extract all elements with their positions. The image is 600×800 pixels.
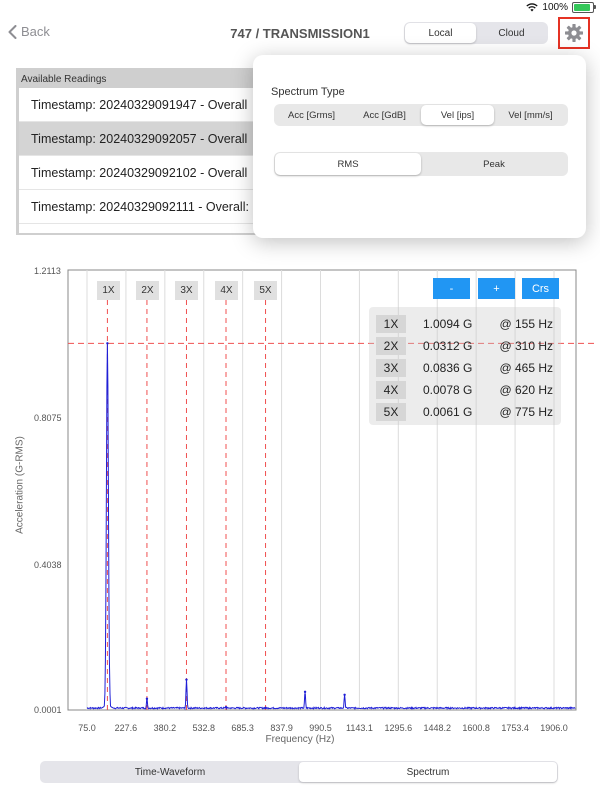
measure-option-peak[interactable]: Peak <box>421 153 567 175</box>
harmonic-order: 4X <box>376 381 406 399</box>
spectrum-peak-point <box>145 697 149 700</box>
y-tick-label: 1.2113 <box>34 266 61 276</box>
harmonic-frequency: @ 155 Hz <box>499 317 553 331</box>
harmonic-frequency: @ 620 Hz <box>499 383 553 397</box>
harmonic-row: 5X 0.0061 G @ 775 Hz <box>369 401 561 423</box>
x-tick-label: 1448.2 <box>423 723 451 733</box>
view-segmented-control: Time-Waveform Spectrum <box>40 761 558 783</box>
harmonic-amplitude: 0.0836 G <box>423 361 473 375</box>
harmonic-order: 3X <box>376 359 406 377</box>
harmonic-amplitude: 0.0078 G <box>423 383 473 397</box>
cursor-button[interactable]: Crs <box>522 278 559 299</box>
harmonic-row: 4X 0.0078 G @ 620 Hz <box>369 379 561 401</box>
x-tick-label: 532.8 <box>192 723 216 733</box>
harmonic-marker-label: 1X <box>97 281 120 300</box>
harmonic-row: 1X 1.0094 G @ 155 Hz <box>369 313 561 335</box>
harmonic-frequency: @ 775 Hz <box>499 405 553 419</box>
harmonic-marker-label: 3X <box>175 281 198 300</box>
x-tick-label: 227.6 <box>114 723 138 733</box>
harmonic-marker-label: 5X <box>254 281 277 300</box>
spectrum-option-vel-ips[interactable]: Vel [ips] <box>421 105 494 125</box>
y-tick-label: 0.8075 <box>34 413 62 423</box>
harmonic-frequency: @ 310 Hz <box>499 339 553 353</box>
x-tick-label: 685.3 <box>231 723 254 733</box>
spectrum-peak-point <box>264 706 267 710</box>
measure-segmented-control: RMS Peak <box>274 152 568 176</box>
x-tick-label: 1753.4 <box>501 723 529 733</box>
harmonic-row: 2X 0.0312 G @ 310 Hz <box>369 335 561 357</box>
harmonic-marker-label: 2X <box>136 281 159 300</box>
spectrum-type-label: Spectrum Type <box>271 86 345 98</box>
spectrum-option-vel-mms[interactable]: Vel [mm/s] <box>494 105 567 125</box>
zoom-out-button[interactable]: - <box>433 278 470 299</box>
spectrum-peak-point <box>343 693 346 696</box>
harmonic-order: 1X <box>376 315 406 333</box>
tab-time-waveform[interactable]: Time-Waveform <box>41 762 299 782</box>
y-tick-label: 0.0001 <box>34 705 62 715</box>
harmonic-order: 5X <box>376 403 406 421</box>
harmonic-order: 2X <box>376 337 406 355</box>
y-axis-title: Acceleration (G-RMS) <box>14 436 26 534</box>
x-tick-label: 1600.8 <box>462 723 490 733</box>
spectrum-peak-point <box>224 706 228 709</box>
spectrum-option-acc-gdb[interactable]: Acc [GdB] <box>348 105 421 125</box>
harmonic-amplitude: 1.0094 G <box>423 317 473 331</box>
x-tick-label: 990.5 <box>309 723 332 733</box>
y-tick-label: 0.4038 <box>34 560 62 570</box>
tab-spectrum[interactable]: Spectrum <box>299 762 557 782</box>
x-tick-label: 837.9 <box>270 723 293 733</box>
x-tick-label: 1906.0 <box>540 723 568 733</box>
spectrum-settings-popover: Spectrum Type Acc [Grms] Acc [GdB] Vel [… <box>253 55 586 238</box>
x-tick-label: 1295.6 <box>384 723 413 733</box>
harmonic-amplitude: 0.0312 G <box>423 339 473 353</box>
spectrum-peak-point <box>185 678 188 681</box>
harmonics-table: 1X 1.0094 G @ 155 Hz 2X 0.0312 G @ 310 H… <box>369 307 561 425</box>
harmonic-amplitude: 0.0061 G <box>423 405 473 419</box>
harmonic-row: 3X 0.0836 G @ 465 Hz <box>369 357 561 379</box>
x-tick-label: 380.2 <box>153 723 177 733</box>
spectrum-type-segmented-control: Acc [Grms] Acc [GdB] Vel [ips] Vel [mm/s… <box>274 104 568 126</box>
harmonic-frequency: @ 465 Hz <box>499 361 553 375</box>
spectrum-option-acc-grms[interactable]: Acc [Grms] <box>275 105 348 125</box>
measure-option-rms[interactable]: RMS <box>275 153 421 175</box>
spectrum-peak-point <box>106 342 109 345</box>
spectrum-peak-point <box>303 690 307 694</box>
x-axis-title: Frequency (Hz) <box>265 734 335 745</box>
x-tick-label: 1143.1 <box>345 723 373 733</box>
zoom-in-button[interactable]: + <box>478 278 515 299</box>
harmonic-marker-label: 4X <box>215 281 238 300</box>
x-tick-label: 75.0 <box>78 723 96 733</box>
